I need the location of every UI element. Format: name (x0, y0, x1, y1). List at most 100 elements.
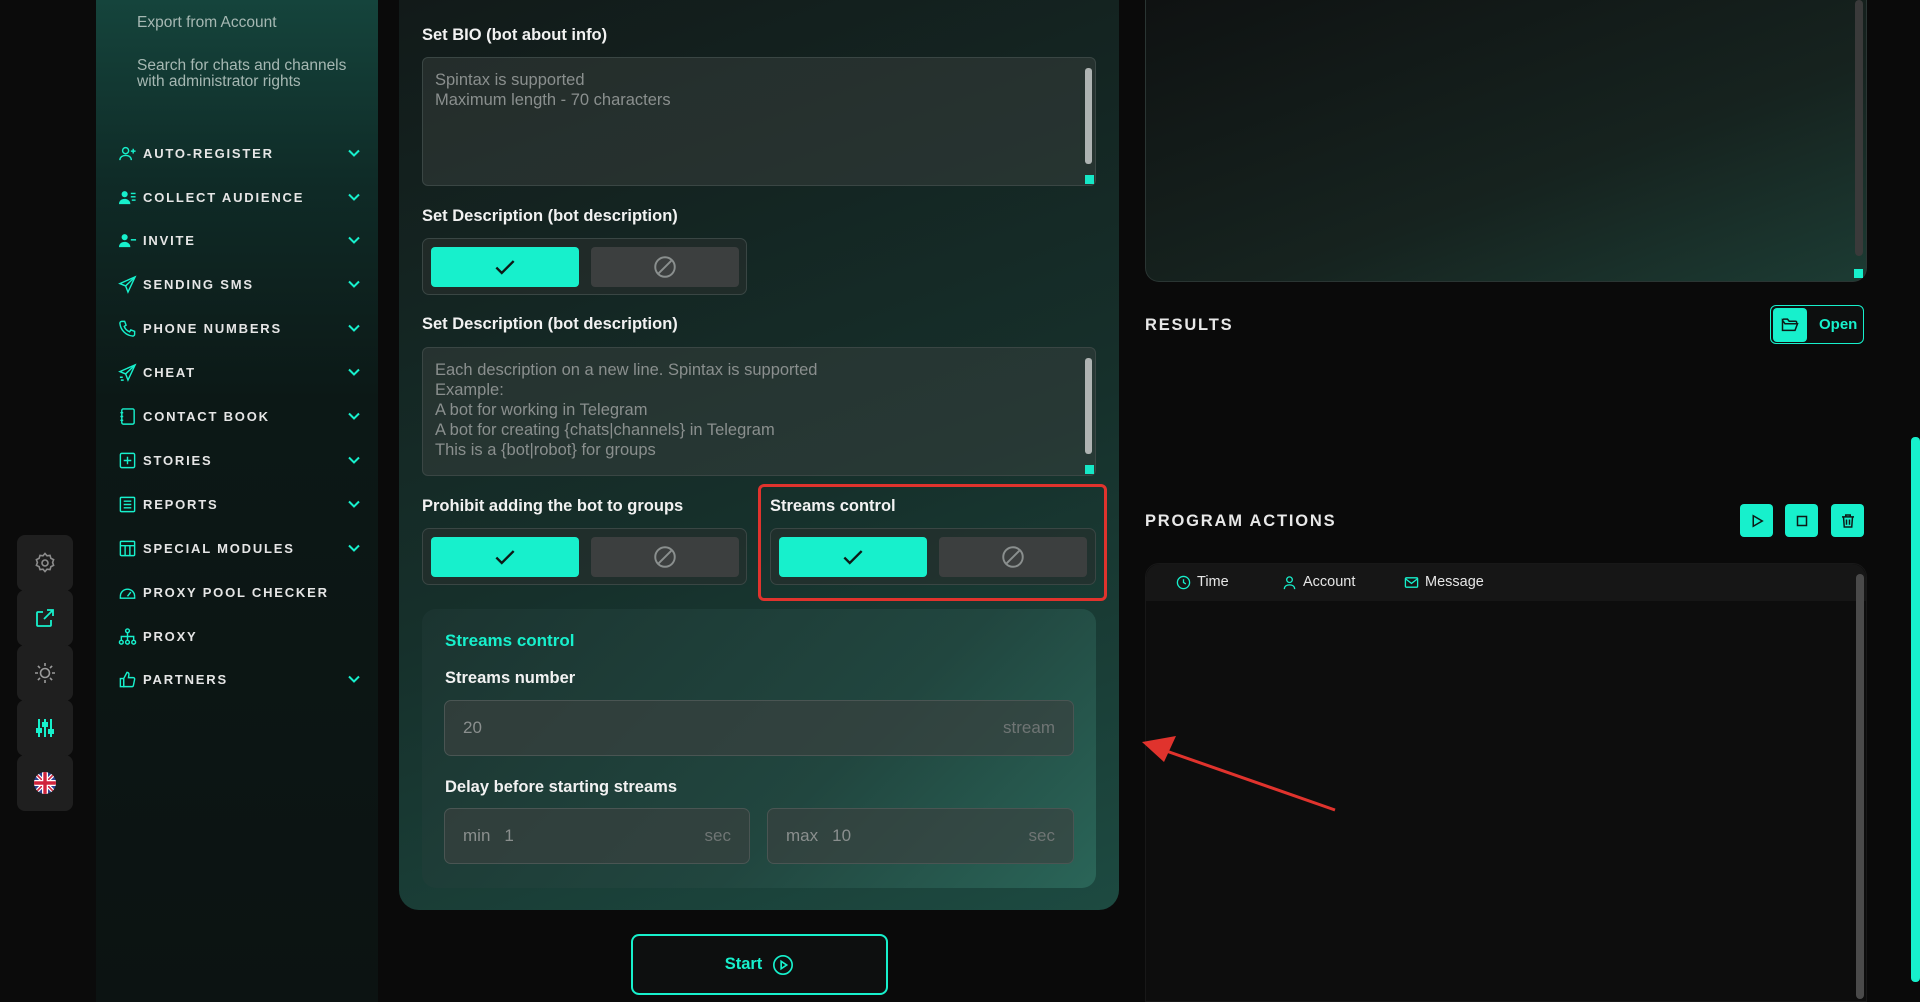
sidebar-item-sending-sms[interactable]: SENDING SMS (117, 272, 362, 296)
sidebar-item-proxy[interactable]: PROXY (117, 624, 362, 648)
sidebar-item-label: PARTNERS (143, 671, 228, 687)
resize-handle[interactable] (1854, 269, 1863, 278)
column-header-time[interactable]: Time (1176, 574, 1229, 590)
sidebar-item-label: PROXY (143, 628, 198, 644)
clear-button[interactable] (1831, 504, 1864, 537)
description-disable-button[interactable] (591, 247, 739, 287)
start-button[interactable]: Start (631, 934, 888, 995)
sidebar-subitem-search-admin-chats[interactable]: Search for chats and channels with admin… (137, 58, 357, 90)
play-icon (1752, 513, 1764, 528)
prohibit-groups-disable-button[interactable] (591, 537, 739, 577)
stop-button[interactable] (1785, 504, 1818, 537)
app-window: Export from Account Search for chats and… (0, 0, 1920, 1002)
gauge-icon (119, 588, 135, 599)
prohibit-groups-enable-button[interactable] (431, 537, 579, 577)
language-button[interactable] (17, 755, 73, 811)
results-title: RESULTS (1145, 316, 1234, 334)
check-icon (495, 550, 515, 565)
chevron-down-icon (348, 324, 360, 332)
sidebar-item-stories[interactable]: STORIES (117, 448, 362, 472)
chevron-down-icon (348, 280, 360, 288)
resize-handle[interactable] (1085, 465, 1094, 474)
description-toggle-label: Set Description (bot description) (422, 207, 678, 225)
sidebar-item-label: PROXY POOL CHECKER (143, 584, 329, 600)
sidebar-item-cheat[interactable]: CHEAT (117, 360, 362, 384)
user-invite-icon (118, 233, 136, 247)
delay-min-input[interactable]: min 1 sec (444, 808, 750, 864)
external-link-icon (36, 609, 54, 627)
streams-number-unit: stream (1003, 718, 1055, 737)
sidebar-item-partners[interactable]: PARTNERS (117, 667, 362, 691)
description-scrollbar[interactable] (1085, 358, 1092, 454)
sidebar-item-reports[interactable]: REPORTS (117, 492, 362, 516)
chevron-down-icon (348, 500, 360, 508)
settings-button[interactable] (17, 535, 73, 591)
actions-scrollbar[interactable] (1856, 574, 1864, 999)
column-label: Account (1303, 574, 1356, 590)
open-label: Open (1819, 316, 1858, 333)
sidebar-item-phone-numbers[interactable]: PHONE NUMBERS (117, 316, 362, 340)
export-button[interactable] (17, 590, 73, 646)
phone-icon (118, 320, 135, 337)
chevron-down-icon (348, 149, 360, 157)
delay-label: Delay before starting streams (445, 778, 678, 796)
sidebar-item-contact-book[interactable]: CONTACT BOOK (117, 404, 362, 428)
sidebar-subitem-export[interactable]: Export from Account (137, 15, 357, 31)
sidebar-item-auto-register[interactable]: AUTO-REGISTER (117, 141, 362, 165)
chevron-down-icon (348, 412, 360, 420)
table-header: Time Account Message (1146, 564, 1866, 601)
streams-number-input[interactable]: 20 stream (444, 700, 1074, 756)
delay-max-input[interactable]: max 10 sec (767, 808, 1074, 864)
book-icon (119, 407, 135, 425)
page-scrollbar[interactable] (1911, 437, 1920, 982)
sidebar-item-label: SENDING SMS (143, 276, 254, 292)
report-icon (119, 496, 135, 512)
chevron-down-icon (348, 675, 360, 683)
sliders-icon (36, 719, 54, 737)
trash-icon (1841, 513, 1854, 528)
column-header-message[interactable]: Message (1404, 574, 1484, 590)
send-boost-icon (117, 362, 137, 382)
play-button[interactable] (1740, 504, 1773, 537)
prohibit-groups-toggle (422, 528, 747, 585)
chevron-down-icon (348, 193, 360, 201)
open-results-button[interactable]: Open (1770, 305, 1864, 344)
column-label: Time (1197, 574, 1229, 590)
theme-sun-icon (35, 663, 55, 683)
program-actions-title: PROGRAM ACTIONS (1145, 512, 1337, 530)
sidebar-item-collect-audience[interactable]: COLLECT AUDIENCE (117, 185, 362, 209)
sidebar-item-label: CHEAT (143, 364, 196, 380)
check-icon (495, 260, 515, 275)
paper-plane-icon (117, 274, 137, 294)
network-icon (118, 627, 136, 645)
bio-scrollbar[interactable] (1085, 68, 1092, 164)
chevron-down-icon (348, 456, 360, 464)
modules-icon (119, 540, 135, 556)
resize-handle[interactable] (1085, 175, 1094, 184)
theme-button[interactable] (17, 645, 73, 701)
sidebar: Export from Account Search for chats and… (96, 0, 378, 1002)
sliders-button[interactable] (17, 700, 73, 756)
uk-flag-icon (34, 772, 56, 794)
chevron-down-icon (348, 368, 360, 376)
sidebar-item-special-modules[interactable]: SPECIAL MODULES (117, 536, 362, 560)
bio-textarea[interactable]: Spintax is supported Maximum length - 70… (422, 57, 1096, 186)
description-placeholder: Each description on a new line. Spintax … (435, 361, 818, 459)
prohibit-groups-label: Prohibit adding the bot to groups (422, 497, 684, 515)
log-output-box[interactable] (1145, 0, 1867, 282)
sidebar-item-proxy-pool-checker[interactable]: PROXY POOL CHECKER (117, 580, 362, 604)
streams-number-value: 20 (463, 718, 482, 737)
sidebar-item-invite[interactable]: INVITE (117, 228, 362, 252)
delay-min-unit: sec (704, 826, 731, 845)
log-scrollbar[interactable] (1855, 0, 1863, 256)
chevron-down-icon (348, 236, 360, 244)
bio-placeholder: Spintax is supported Maximum length - 70… (435, 71, 671, 109)
delay-max-value: 10 (832, 826, 852, 845)
column-header-account[interactable]: Account (1282, 574, 1355, 590)
description-enable-button[interactable] (431, 247, 579, 287)
streams-control-card: Streams control Streams number 20 stream… (422, 609, 1096, 888)
mail-icon (1404, 576, 1419, 588)
delay-min-prefix: min (463, 826, 491, 845)
user-icon (1283, 575, 1296, 589)
description-textarea[interactable]: Each description on a new line. Spintax … (422, 347, 1096, 476)
